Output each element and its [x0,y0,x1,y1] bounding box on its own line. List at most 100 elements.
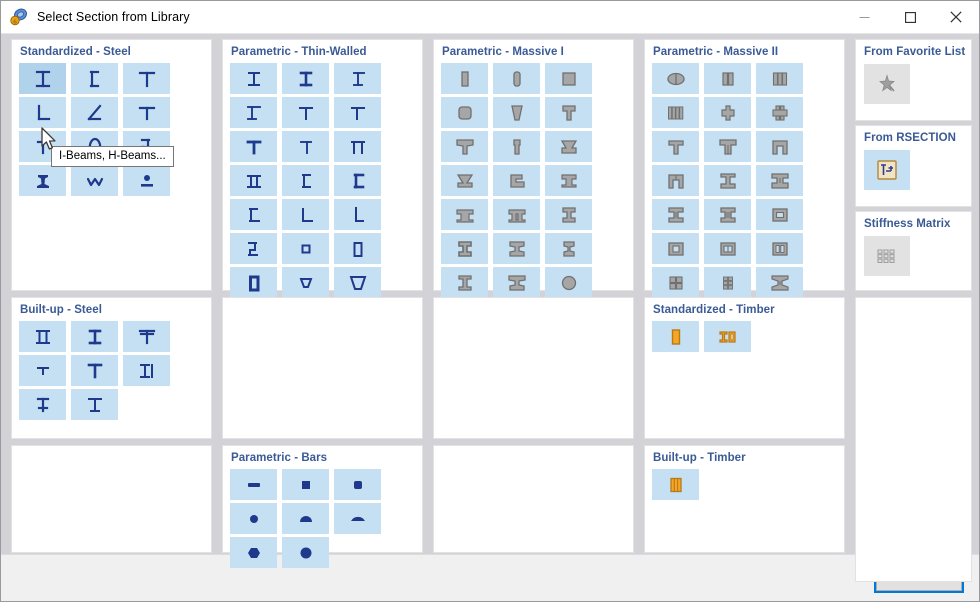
section-icon-i-solid-6[interactable] [493,267,540,298]
close-button[interactable] [933,1,979,33]
section-icon-bar-square-round[interactable] [334,469,381,500]
section-icon-i-solid-2[interactable] [441,233,488,264]
section-icon-rect-rounded[interactable] [493,63,540,94]
section-icon-i-built-1[interactable] [71,321,118,352]
section-icon-t-thin-2[interactable] [334,97,381,128]
section-icon-bar-square[interactable] [282,469,329,500]
section-icon-i-col-1[interactable] [704,165,751,196]
section-icon-i-col-2[interactable] [756,165,803,196]
section-icon-i-built-3[interactable] [71,389,118,420]
section-icon-tee-col-1[interactable] [652,131,699,162]
section-icon-t-thin-3[interactable] [230,131,277,162]
section-icon-double-leg[interactable] [545,165,592,196]
section-icon-l-thin-1[interactable] [282,199,329,230]
section-icon-cross-double[interactable] [756,97,803,128]
section-icon-double-leg-wide[interactable] [441,199,488,230]
section-icon-t-flat[interactable] [123,97,170,128]
section-icon-i-col-3[interactable] [652,199,699,230]
section-icon-double-i[interactable] [19,321,66,352]
section-icon-timber-rect[interactable] [652,321,699,352]
section-icon-c-thin-3[interactable] [230,199,277,230]
section-icon-trapezoid-large[interactable] [334,267,381,298]
minimize-button[interactable] [841,1,887,33]
section-icon-three-bars[interactable] [756,63,803,94]
section-icon-i-col-4[interactable] [704,199,751,230]
section-icon-tee-wide[interactable] [441,131,488,162]
section-icon-channel-bracket[interactable] [71,63,118,94]
panel-title: Stiffness Matrix [864,218,951,230]
section-icon-box-cell-1[interactable] [704,233,751,264]
section-icon-timber-io[interactable] [704,321,751,352]
section-icon-bar-segment[interactable] [334,503,381,534]
section-icon-i-built-2[interactable] [19,389,66,420]
section-icon-tee-col-2[interactable] [704,131,751,162]
section-icon-arch-2[interactable] [652,165,699,196]
section-icon-rect-hollow-tall[interactable] [334,233,381,264]
section-icon-rail-section[interactable] [19,165,66,196]
section-icon-four-bars[interactable] [652,97,699,128]
section-icon-taper-down[interactable] [493,97,540,128]
section-icon-i-solid-5[interactable] [441,267,488,298]
rsection-icon[interactable] [864,150,910,190]
section-icon-tee-solid-1[interactable] [545,97,592,128]
section-icon-i-thin-3[interactable] [334,63,381,94]
section-icon-c-thin-1[interactable] [282,165,329,196]
section-icon-square-solid[interactable] [545,63,592,94]
section-icon-i-solid-3[interactable] [493,233,540,264]
section-icon-rect-narrow[interactable] [441,63,488,94]
section-icon-rect-hollow-thick[interactable] [230,267,277,298]
section-icon-bar-circle[interactable] [282,537,329,568]
section-icon-i-solid-1[interactable] [545,199,592,230]
section-icon-c-thin-2[interactable] [334,165,381,196]
section-icon-trapezoid-small[interactable] [282,267,329,298]
section-icon-timber-glulam[interactable] [652,469,699,500]
section-icon-l-angle[interactable] [19,97,66,128]
section-icon-i-plate[interactable] [756,267,803,298]
section-icon-bar-flat[interactable] [230,469,277,500]
section-icon-t-thin-4[interactable] [282,131,329,162]
panel-empty-2 [433,297,634,439]
section-icon-i-beam[interactable] [19,63,66,94]
section-icon-square-rounded[interactable] [441,97,488,128]
section-icon-two-bars[interactable] [704,63,751,94]
section-icon-arch-1[interactable] [756,131,803,162]
section-icon-box-cell-2[interactable] [756,233,803,264]
section-icon-t-thin-1[interactable] [282,97,329,128]
section-icon-i-thin-4[interactable] [230,97,277,128]
section-icon-six-cells[interactable] [704,267,751,298]
matrix-grid-icon[interactable] [864,236,910,276]
icon-grid [223,58,422,332]
section-icon-box-window-1[interactable] [756,199,803,230]
section-icon-barrel-split[interactable] [652,63,699,94]
section-icon-i-plus-plate[interactable] [123,355,170,386]
section-icon-bar-hexagon[interactable] [230,537,277,568]
section-icon-t-built-2[interactable] [71,355,118,386]
section-icon-tee-inverted-1[interactable] [545,131,592,162]
section-icon-tee-narrow[interactable] [493,131,540,162]
section-icon-t-built-small[interactable] [19,355,66,386]
section-icon-pi-section[interactable] [334,131,381,162]
section-icon-t-section[interactable] [123,63,170,94]
section-icon-t-built-1[interactable] [123,321,170,352]
section-icon-angle-slanted[interactable] [71,97,118,128]
favorite-star-icon[interactable] [864,64,910,104]
maximize-button[interactable] [887,1,933,33]
section-icon-box-window-2[interactable] [652,233,699,264]
section-icon-bar-circle-small[interactable] [230,503,277,534]
section-icon-tee-offset[interactable] [493,165,540,196]
section-icon-circle-solid[interactable] [545,267,592,298]
section-icon-pin-section[interactable] [123,165,170,196]
section-icon-cross-single[interactable] [704,97,751,128]
section-icon-i-thin-1[interactable] [230,63,277,94]
section-icon-l-thin-2[interactable] [334,199,381,230]
section-icon-double-i-thin[interactable] [230,165,277,196]
section-icon-quad-cells[interactable] [652,267,699,298]
section-icon-i-solid-4[interactable] [545,233,592,264]
section-icon-tee-inverted-2[interactable] [441,165,488,196]
section-icon-triple-leg[interactable] [493,199,540,230]
section-icon-wave-section[interactable] [71,165,118,196]
section-icon-i-thin-2[interactable] [282,63,329,94]
section-icon-square-hollow-small[interactable] [282,233,329,264]
section-icon-bar-half-round[interactable] [282,503,329,534]
section-icon-z-thin[interactable] [230,233,277,264]
